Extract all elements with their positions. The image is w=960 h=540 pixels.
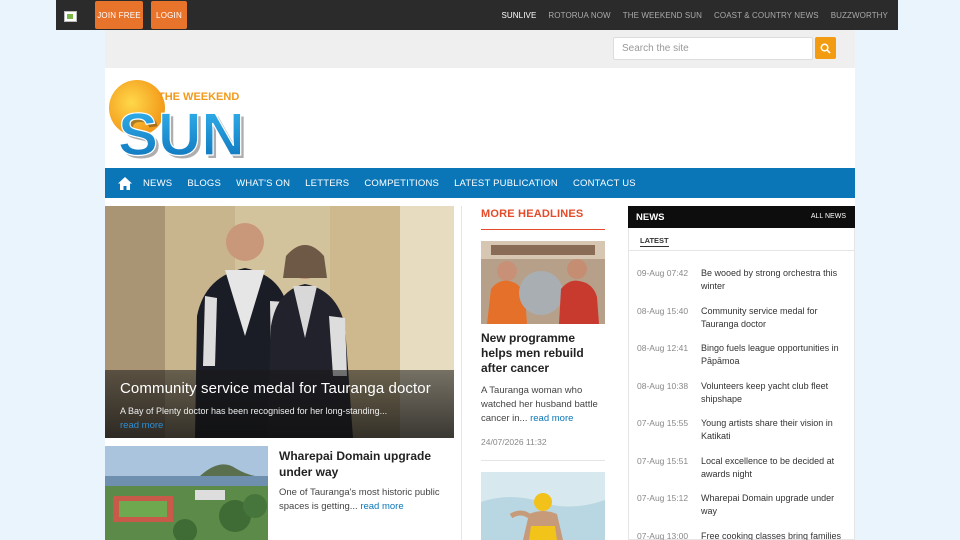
news-item[interactable]: 09-Aug 07:42 Be wooed by strong orchestra… bbox=[637, 267, 852, 305]
story-read-more-link[interactable]: read more bbox=[360, 501, 403, 512]
network-link-weekend-sun[interactable]: THE WEEKEND SUN bbox=[623, 11, 702, 20]
news-sidebar: NEWS ALL NEWS LATEST 09-Aug 07:42 Be wooe… bbox=[628, 206, 855, 540]
news-item-date: 07-Aug 15:12 bbox=[637, 493, 689, 503]
headline-title-programme[interactable]: New programme helps men rebuild after ca… bbox=[481, 331, 607, 376]
hero-description: A Bay of Plenty doctor has been recognis… bbox=[120, 406, 388, 416]
broken-image-icon bbox=[64, 11, 77, 22]
news-heading: NEWS bbox=[636, 212, 665, 223]
column-divider bbox=[461, 206, 462, 540]
search-button[interactable] bbox=[815, 37, 836, 59]
nav-latest-publication[interactable]: LATEST PUBLICATION bbox=[454, 178, 558, 189]
nav-letters[interactable]: LETTERS bbox=[305, 178, 349, 189]
all-news-link[interactable]: ALL NEWS bbox=[811, 213, 846, 220]
news-item[interactable]: 08-Aug 10:38 Volunteers keep yacht club f… bbox=[637, 380, 852, 418]
home-button[interactable] bbox=[107, 168, 143, 198]
more-headlines-heading: MORE HEADLINES bbox=[481, 208, 584, 220]
headline-thumbnail-programme[interactable] bbox=[481, 241, 605, 324]
news-item-headline[interactable]: Free cooking classes bring families bbox=[701, 530, 851, 540]
news-item-date: 08-Aug 12:41 bbox=[637, 343, 689, 353]
news-item-date: 07-Aug 13:00 bbox=[637, 530, 689, 540]
news-item-date: 08-Aug 10:38 bbox=[637, 380, 689, 391]
page-container: Search the site THE WEEKEND SUN SUN NEWS… bbox=[105, 30, 855, 540]
news-item-headline[interactable]: Bingo fuels league opportunities in Pāpā… bbox=[701, 342, 851, 380]
nav-competitions[interactable]: COMPETITIONS bbox=[364, 178, 439, 189]
logo-wordmark: SUN bbox=[118, 101, 245, 162]
story-title-wharepai[interactable]: Wharepai Domain upgrade under way bbox=[279, 448, 449, 480]
headline-divider bbox=[481, 460, 605, 461]
story-thumbnail-wharepai[interactable] bbox=[105, 446, 268, 540]
more-headlines-underline bbox=[481, 229, 605, 230]
headline-date: 24/07/2026 11:32 bbox=[481, 437, 547, 447]
news-item-date: 09-Aug 07:42 bbox=[637, 268, 689, 278]
news-item-date: 07-Aug 15:51 bbox=[637, 455, 689, 466]
news-item[interactable]: 07-Aug 15:12 Wharepai Domain upgrade unde… bbox=[637, 492, 852, 530]
hero-story[interactable]: Community service medal for Tauranga doc… bbox=[105, 206, 454, 438]
nav-news[interactable]: NEWS bbox=[143, 178, 172, 189]
news-item[interactable]: 07-Aug 13:00 Free cooking classes bring f… bbox=[637, 530, 852, 540]
news-item-headline[interactable]: Young artists share their vision in Kati… bbox=[701, 417, 851, 455]
news-item-headline[interactable]: Community service medal for Tauranga doc… bbox=[701, 305, 851, 343]
news-item-headline[interactable]: Wharepai Domain upgrade under way bbox=[701, 492, 851, 530]
news-header: NEWS ALL NEWS bbox=[628, 206, 855, 228]
news-item-date: 08-Aug 15:40 bbox=[637, 305, 689, 316]
network-link-sunlive[interactable]: SUNLIVE bbox=[501, 11, 536, 20]
hero-read-more-link[interactable]: read more bbox=[120, 420, 163, 431]
search-icon bbox=[820, 43, 831, 54]
hero-title[interactable]: Community service medal for Tauranga doc… bbox=[120, 380, 431, 397]
network-link-buzzworthy[interactable]: BUZZWORTHY bbox=[831, 11, 888, 20]
network-link-coast-country[interactable]: COAST & COUNTRY NEWS bbox=[714, 11, 819, 20]
nav-contact-us[interactable]: CONTACT US bbox=[573, 178, 636, 189]
network-links: SUNLIVE ROTORUA NOW THE WEEKEND SUN COAS… bbox=[501, 0, 888, 30]
news-item[interactable]: 08-Aug 12:41 Bingo fuels league opportuni… bbox=[637, 342, 852, 380]
search-bar: Search the site bbox=[105, 30, 855, 68]
nav-whats-on[interactable]: WHAT'S ON bbox=[236, 178, 290, 189]
main-nav: NEWS BLOGS WHAT'S ON LETTERS COMPETITION… bbox=[105, 168, 855, 198]
network-link-rotorua-now[interactable]: ROTORUA NOW bbox=[548, 11, 610, 20]
news-item[interactable]: 07-Aug 15:55 Young artists share their vi… bbox=[637, 417, 852, 455]
login-button[interactable]: LOGIN bbox=[151, 1, 187, 29]
news-item-headline[interactable]: Volunteers keep yacht club fleet shipsha… bbox=[701, 380, 851, 418]
news-item[interactable]: 08-Aug 15:40 Community service medal for … bbox=[637, 305, 852, 343]
home-icon bbox=[118, 176, 132, 190]
news-item-headline[interactable]: Local excellence to be decided at awards… bbox=[701, 455, 851, 493]
tab-latest[interactable]: LATEST bbox=[640, 236, 669, 247]
headline-thumbnail-surf[interactable] bbox=[481, 472, 605, 540]
nav-blogs[interactable]: BLOGS bbox=[187, 178, 221, 189]
news-item[interactable]: 07-Aug 15:51 Local excellence to be decid… bbox=[637, 455, 852, 493]
news-item-date: 07-Aug 15:55 bbox=[637, 418, 689, 428]
search-input[interactable]: Search the site bbox=[613, 37, 813, 60]
headline-read-more-link[interactable]: read more bbox=[530, 413, 573, 424]
news-tab-divider bbox=[629, 250, 854, 251]
top-bar: JOIN FREE LOGIN SUNLIVE ROTORUA NOW THE … bbox=[56, 0, 898, 30]
story-description-wharepai: One of Tauranga's most historic public s… bbox=[279, 486, 449, 514]
site-logo[interactable]: THE WEEKEND SUN SUN bbox=[107, 78, 247, 162]
news-list: 09-Aug 07:42 Be wooed by strong orchestra… bbox=[637, 267, 852, 540]
news-item-headline[interactable]: Be wooed by strong orchestra this winter bbox=[701, 267, 851, 305]
headline-description-programme: A Tauranga woman who watched her husband… bbox=[481, 384, 607, 426]
join-free-button[interactable]: JOIN FREE bbox=[95, 1, 143, 29]
